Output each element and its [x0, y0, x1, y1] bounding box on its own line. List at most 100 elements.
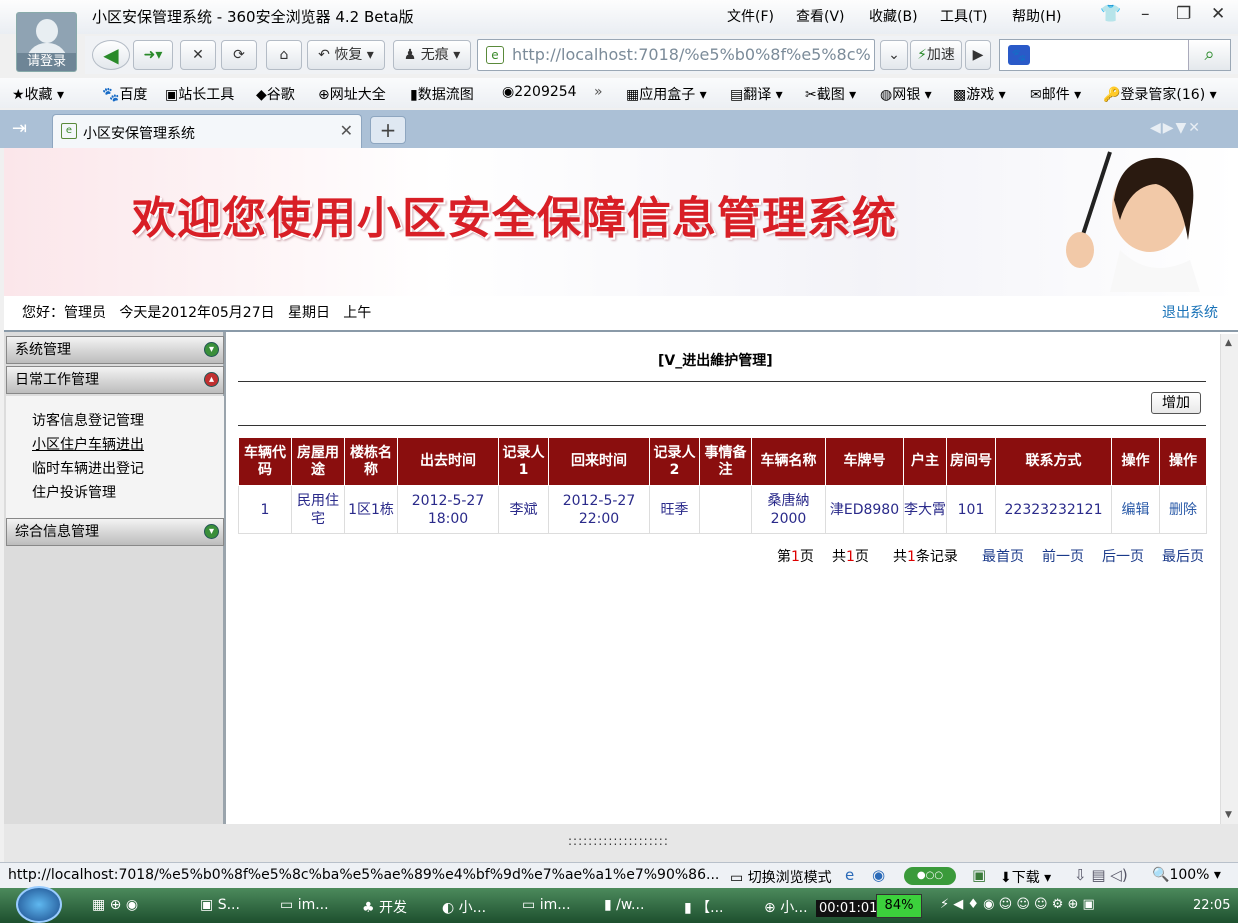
fav-dataflow[interactable]: ▮数据流图 [410, 84, 474, 104]
taskbar-item-5[interactable]: ▭ im... [522, 897, 571, 913]
search-engine-icon[interactable]: 🐾 [1008, 45, 1030, 65]
col-header: 记录人2 [649, 437, 700, 486]
taskbar-item-7[interactable]: ▮ 【... [684, 897, 724, 917]
sidebar-section-general[interactable]: 综合信息管理 ▾ [6, 518, 224, 546]
taskbar-item-4[interactable]: ◐ 小... [442, 897, 486, 917]
fav-qq[interactable]: ◉2209254 [502, 84, 577, 100]
tray-icons[interactable]: ⚡ ◀ ♦ ◉ ☺ ☺ ☺ ⚙ ⊕ ▣ [940, 897, 1095, 912]
address-bar[interactable]: e http://localhost:7018/%e5%b0%8f%e5%8c%… [477, 39, 875, 71]
fav-collect[interactable]: ★收藏 ▾ [12, 84, 64, 104]
delete-link[interactable]: 删除 [1159, 485, 1207, 534]
security-icon[interactable]: ◉ [872, 866, 885, 884]
frame-splitter[interactable]: :::::::::::::::::::: [4, 824, 1238, 862]
tool-icon[interactable]: ▣ [972, 866, 986, 884]
restore-label: 恢复 [334, 47, 363, 63]
pager-last-link[interactable]: 最后页 [1162, 546, 1204, 566]
col-header: 出去时间 [397, 437, 499, 486]
logout-link[interactable]: 退出系统 [1162, 302, 1218, 322]
fav-url-nav[interactable]: ⊕网址大全 [318, 84, 386, 104]
col-header: 联系方式 [995, 437, 1112, 486]
add-button[interactable]: 增加 [1151, 392, 1201, 414]
col-header: 事情备注 [699, 437, 752, 486]
taskbar-item-8[interactable]: ⊕ 小... [764, 897, 808, 917]
banner-title: 欢迎您使用小区安全保障信息管理系统 [132, 193, 897, 244]
search-box[interactable]: 🐾 ⌕ [999, 39, 1231, 71]
login-label: 请登录 [17, 53, 76, 71]
fav-game[interactable]: ▩游戏 ▾ [953, 84, 1006, 104]
col-header: 操作 [1159, 437, 1207, 486]
edit-link[interactable]: 编辑 [1111, 485, 1160, 534]
fav-app-box[interactable]: ▦应用盒子 ▾ [626, 84, 707, 104]
sidebar-item-visitor[interactable]: 访客信息登记管理 [32, 410, 144, 430]
fav-baidu[interactable]: 🐾百度 [102, 84, 147, 104]
search-icon[interactable]: ⌕ [1188, 40, 1230, 70]
fav-more-icon[interactable]: » [594, 84, 603, 100]
tab-controls-icon[interactable]: ◀▶▼✕ [1150, 120, 1202, 136]
sidebar-item-complaint[interactable]: 住户投诉管理 [32, 482, 116, 502]
table-cell: 1区1栋 [344, 485, 398, 534]
sidebar-item-temp-vehicle[interactable]: 临时车辆进出登记 [32, 458, 144, 478]
pager-next-link[interactable]: 后一页 [1102, 546, 1144, 566]
expand-icon: ▾ [204, 342, 219, 357]
maximize-icon[interactable]: ❐ [1176, 4, 1191, 24]
close-icon[interactable]: ✕ [1211, 4, 1225, 24]
stop-icon[interactable]: ✕ [180, 40, 216, 70]
pager-prev-link[interactable]: 前一页 [1042, 546, 1084, 566]
fav-bank[interactable]: ◍网银 ▾ [880, 84, 932, 104]
fav-screenshot[interactable]: ✂截图 ▾ [805, 84, 856, 104]
taskbar-item-1[interactable]: ▣ S... [200, 897, 240, 913]
quicklaunch-icons[interactable]: ▦ ⊕ ◉ [92, 897, 138, 913]
restore-button[interactable]: ↶ 恢复 ▾ [307, 40, 385, 70]
fav-translate[interactable]: ▤翻译 ▾ [730, 84, 783, 104]
tab-active[interactable]: e 小区安保管理系统 ✕ [52, 114, 362, 148]
fav-webmaster[interactable]: ▣站长工具 [165, 84, 234, 104]
menu-favorites[interactable]: 收藏(B) [869, 6, 918, 26]
refresh-icon[interactable]: ⟳ [221, 40, 257, 70]
login-avatar[interactable]: 请登录 [16, 12, 77, 72]
zoom-control[interactable]: 🔍100% ▾ [1152, 867, 1221, 883]
status-tools-icon[interactable]: ⇩ ▤ ◁) [1074, 866, 1128, 884]
taskbar-item-2[interactable]: ▭ im... [280, 897, 329, 913]
collapse-icon: ▴ [204, 372, 219, 387]
skin-icon[interactable]: 👕 [1100, 4, 1121, 24]
download-button[interactable]: ⬇下载 ▾ [1000, 867, 1051, 887]
menu-view[interactable]: 查看(V) [796, 6, 845, 26]
menu-file[interactable]: 文件(F) [727, 6, 774, 26]
minimize-icon[interactable]: – [1141, 4, 1150, 24]
sidebar-section-label: 日常工作管理 [15, 372, 99, 388]
sidebar-toggle-icon[interactable]: ⇥ [12, 118, 27, 139]
sidebar-section-system[interactable]: 系统管理 ▾ [6, 336, 224, 364]
back-icon[interactable]: ◀ [92, 40, 130, 70]
fav-mail[interactable]: ✉邮件 ▾ [1030, 84, 1081, 104]
new-tab-button[interactable]: + [370, 116, 406, 144]
pager-first-link[interactable]: 最首页 [982, 546, 1024, 566]
tab-close-icon[interactable]: ✕ [340, 121, 353, 140]
table-cell: 2012-5-27 18:00 [397, 485, 499, 534]
incognito-button[interactable]: ♟ 无痕 ▾ [393, 40, 471, 70]
forward-icon[interactable]: ➜▾ [133, 40, 173, 70]
taskbar-item-3[interactable]: ♣ 开发 [362, 897, 407, 917]
greeting-text: 您好：管理员 今天是2012年05月27日 星期日 上午 [22, 305, 372, 321]
table-cell [699, 485, 752, 534]
accelerate-button[interactable]: ⚡加速 [910, 40, 962, 70]
sidebar-section-daily[interactable]: 日常工作管理 ▴ [6, 366, 224, 394]
fav-google[interactable]: ◆谷歌 [256, 84, 295, 104]
switch-mode-button[interactable]: ▭ 切换浏览模式 [730, 867, 832, 887]
table-cell: 津ED8980 [825, 485, 904, 534]
go-icon[interactable]: ▶ [965, 40, 991, 70]
taskbar-item-6[interactable]: ▮ /w... [604, 897, 644, 913]
sidebar-item-resident-vehicle[interactable]: 小区住户车辆进出 [32, 434, 144, 454]
col-header: 车牌号 [825, 437, 904, 486]
toolbar-divider [238, 425, 1206, 426]
banner: 欢迎您使用小区安全保障信息管理系统 [4, 148, 1238, 296]
clock: 22:05 [1193, 898, 1231, 913]
vertical-scrollbar[interactable]: ▲ ▼ [1220, 334, 1238, 824]
menu-tools[interactable]: 工具(T) [940, 6, 987, 26]
fav-login-manager[interactable]: 🔑登录管家(16) ▾ [1103, 84, 1217, 104]
home-icon[interactable]: ⌂ [266, 40, 302, 70]
toggle-icon[interactable]: ●○○ [904, 867, 956, 885]
address-dropdown-icon[interactable]: ⌄ [880, 40, 908, 70]
ie-icon[interactable]: e [845, 866, 854, 884]
start-button[interactable] [16, 886, 62, 923]
menu-help[interactable]: 帮助(H) [1012, 6, 1061, 26]
